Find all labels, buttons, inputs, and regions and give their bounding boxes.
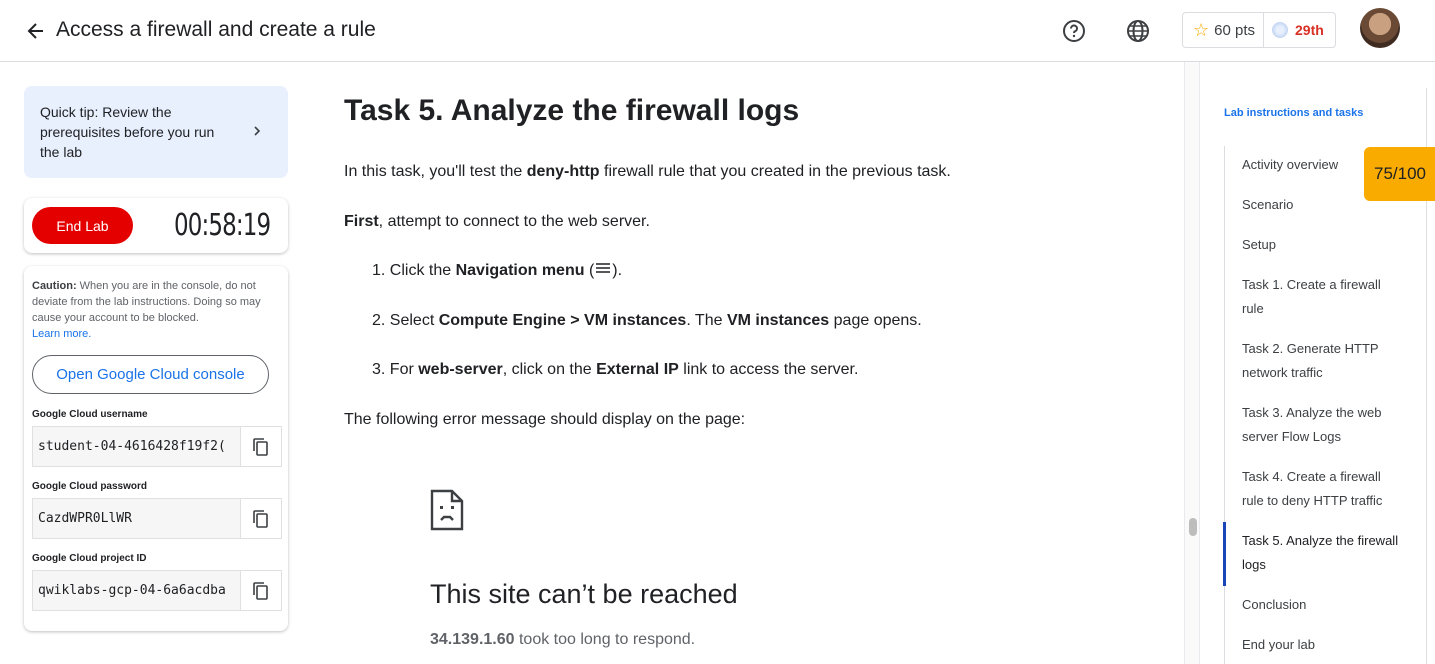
open-console-button[interactable]: Open Google Cloud console	[32, 355, 269, 394]
intro-text: In this task, you'll test the	[344, 163, 527, 180]
toc-item-task-4[interactable]: Task 4. Create a firewall rule to deny H…	[1242, 465, 1402, 513]
step-2-end: page opens.	[829, 312, 922, 329]
step-3: 3. For web-server, click on the External…	[372, 359, 858, 381]
lab-timer-card: End Lab 00:58:19	[24, 198, 288, 253]
quick-tip-text: Quick tip: Review the prerequisites befo…	[40, 104, 215, 160]
password-label: Google Cloud password	[32, 481, 148, 492]
rule-name: deny-http	[526, 163, 600, 180]
avatar[interactable]	[1360, 8, 1400, 48]
step-1: 1. Click the Navigation menu ().	[372, 260, 622, 282]
quick-tip-card[interactable]: Quick tip: Review the prerequisites befo…	[24, 86, 288, 178]
end-lab-button[interactable]: End Lab	[32, 207, 133, 244]
points-display: ☆ 60 pts	[1183, 13, 1265, 47]
step-3-text: 3. For	[372, 361, 419, 378]
menu-icon	[594, 260, 612, 282]
project-id-field: qwiklabs-gcp-04-6a6acdba	[32, 570, 282, 611]
copy-icon[interactable]	[241, 571, 281, 610]
globe-icon[interactable]	[1125, 18, 1151, 44]
project-id-label: Google Cloud project ID	[32, 553, 147, 564]
following-paragraph: The following error message should displ…	[344, 411, 746, 428]
first-label: First	[344, 213, 379, 230]
intro-text-end: firewall rule that you created in the pr…	[599, 163, 951, 180]
external-ip-label: External IP	[596, 361, 679, 378]
toc-item-task-2[interactable]: Task 2. Generate HTTP network traffic	[1242, 337, 1402, 385]
caution-label: Caution:	[32, 280, 77, 292]
toc-item-setup[interactable]: Setup	[1242, 233, 1402, 257]
username-value[interactable]: student-04-4616428f19f2(	[33, 427, 241, 466]
step-2: 2. Select Compute Engine > VM instances.…	[372, 310, 922, 332]
step-2-mid: . The	[686, 312, 727, 329]
error-title: This site can’t be reached	[430, 579, 738, 609]
chevron-right-icon[interactable]	[250, 124, 264, 143]
back-arrow-icon[interactable]	[22, 17, 50, 45]
toc-item-task-5[interactable]: Task 5. Analyze the firewall logs	[1242, 529, 1402, 577]
toc-item-conclusion[interactable]: Conclusion	[1242, 593, 1402, 617]
task-heading: Task 5. Analyze the firewall logs	[344, 94, 800, 127]
first-paragraph: First, attempt to connect to the web ser…	[344, 211, 650, 233]
copy-icon[interactable]	[241, 427, 281, 466]
league-gem-icon	[1272, 22, 1289, 38]
sad-file-icon	[430, 489, 464, 536]
content-scrollbar[interactable]	[1184, 62, 1200, 664]
credentials-card: Caution: When you are in the console, do…	[24, 266, 288, 631]
username-field: student-04-4616428f19f2(	[32, 426, 282, 467]
step-1-paren: (	[584, 262, 595, 280]
copy-icon[interactable]	[241, 499, 281, 538]
error-subtitle: 34.139.1.60 took too long to respond.	[430, 631, 695, 649]
password-field: CazdWPR0LlWR	[32, 498, 282, 539]
toc-item-task-1[interactable]: Task 1. Create a firewall rule	[1242, 273, 1402, 321]
star-icon: ☆	[1193, 19, 1210, 40]
step-2-text: 2. Select	[372, 312, 439, 329]
learn-more-link[interactable]: Learn more.	[32, 328, 91, 340]
rank-value: 29th	[1295, 22, 1324, 38]
vm-instances-label: VM instances	[726, 312, 830, 329]
help-icon[interactable]	[1061, 18, 1087, 44]
toc-active-indicator	[1223, 522, 1226, 586]
step-1-text: 1. Click the	[372, 262, 456, 280]
scrollbar-thumb[interactable]	[1189, 518, 1197, 536]
page-title: Access a firewall and create a rule	[56, 18, 376, 41]
toc-title[interactable]: Lab instructions and tasks	[1224, 107, 1363, 119]
step-3-end: link to access the server.	[678, 361, 859, 378]
intro-paragraph: In this task, you'll test the deny-http …	[344, 161, 951, 183]
project-id-value[interactable]: qwiklabs-gcp-04-6a6acdba	[33, 571, 241, 610]
step-3-mid: , click on the	[502, 361, 597, 378]
web-server-label: web-server	[418, 361, 503, 378]
points-value: 60 pts	[1214, 21, 1256, 39]
navigation-menu-label: Navigation menu	[455, 262, 585, 280]
first-text: , attempt to connect to the web server.	[378, 213, 650, 230]
caution-text: Caution: When you are in the console, do…	[32, 278, 280, 342]
toc-divider	[1224, 146, 1225, 664]
rank-display: 29th	[1264, 22, 1324, 38]
toc-item-task-3[interactable]: Task 3. Analyze the web server Flow Logs	[1242, 401, 1402, 449]
password-value[interactable]: CazdWPR0LlWR	[33, 499, 241, 538]
username-label: Google Cloud username	[32, 409, 148, 420]
app-header: Access a firewall and create a rule ☆ 60…	[0, 0, 1435, 62]
toc-item-end-your-lab[interactable]: End your lab	[1242, 633, 1402, 657]
compute-engine-path: Compute Engine > VM instances	[438, 312, 687, 329]
step-1-end: ).	[612, 262, 623, 280]
lab-instructions-content: Task 5. Analyze the firewall logs In thi…	[344, 62, 1174, 664]
lab-timer: 00:58:19	[174, 208, 271, 243]
score-badge[interactable]: 75/100	[1364, 147, 1435, 201]
score-box[interactable]: ☆ 60 pts 29th	[1182, 12, 1336, 48]
error-text: took too long to respond.	[514, 631, 696, 648]
error-ip: 34.139.1.60	[430, 631, 515, 648]
